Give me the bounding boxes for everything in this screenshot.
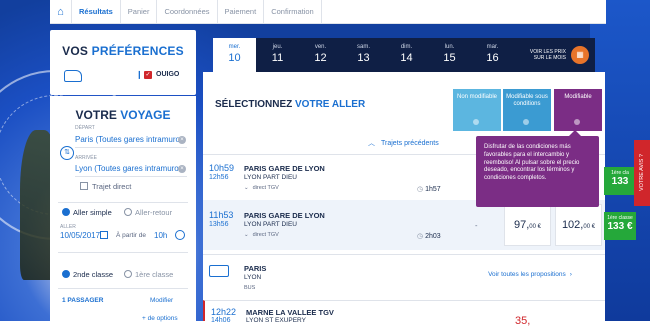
trip-arrival-time: 13h56	[209, 221, 229, 228]
trip-origin: PARIS GARE DE LYON	[244, 164, 325, 173]
voir-prix-mois[interactable]: VOIR LES PRIX SUR LE MOIS ▦	[514, 38, 595, 72]
voyage-title: VOTRE VOYAGE	[75, 108, 171, 122]
step-paiement[interactable]: Paiement	[218, 0, 265, 24]
trip-destination: LYON	[244, 274, 262, 281]
price-button[interactable]: 102,00 €	[555, 204, 602, 246]
arrivee-field[interactable]: Lyon (Toutes gares intramuros)	[75, 164, 179, 173]
depart-field[interactable]: Paris (Toutes gares intramuros)	[75, 135, 179, 144]
step-coordonnees[interactable]: Coordonnées	[157, 0, 218, 24]
trip-origin: PARIS	[244, 264, 267, 273]
arrow-icon: ❙	[136, 70, 143, 79]
arrivee-label: ARRIVÉE	[75, 155, 97, 161]
side-price-2[interactable]: 1ère classe 133 €	[604, 212, 636, 240]
voyage-panel: VOTRE VOYAGE DÉPART Paris (Toutes gares …	[50, 96, 196, 322]
trip-row[interactable]: 11h53 13h56 PARIS GARE DE LYON LYON PART…	[203, 200, 605, 250]
step-resultats[interactable]: Résultats	[72, 0, 121, 24]
train-icon	[64, 70, 82, 82]
aller-simple-label: Aller simple	[73, 208, 112, 217]
date-tab[interactable]: jeu. 11	[256, 38, 299, 72]
date-tab[interactable]: ven. 12	[299, 38, 342, 72]
a-partir-label: À partir de	[116, 232, 146, 239]
tag-modifiable-conditions[interactable]: Modifiable sous conditions	[503, 89, 551, 131]
trip-destination: LYON PART DIEU	[244, 221, 297, 228]
trip-duration: ◷ 2h03	[417, 233, 441, 240]
depart-label: DÉPART	[75, 125, 95, 131]
trip-type: ⌄ direct TGV	[244, 232, 279, 238]
date-tab[interactable]: lun. 15	[428, 38, 471, 72]
tag-modifiable[interactable]: Modifiable	[554, 89, 602, 131]
aller-label: ALLER	[60, 224, 76, 230]
divider	[75, 147, 187, 148]
trip-arrival-time: 12h56	[209, 174, 229, 181]
trip-row[interactable]: 12h22 14h06 MARNE LA VALLEE TGV LYON ST …	[203, 300, 605, 327]
voir-propositions-link[interactable]: Voir toutes les propositions ›	[460, 257, 600, 293]
results-title: SÉLECTIONNEZ VOTRE ALLER	[215, 99, 366, 110]
trip-origin: PARIS GARE DE LYON	[244, 211, 325, 220]
clock-icon[interactable]	[175, 230, 185, 240]
home-icon[interactable]: ⌂	[50, 0, 72, 24]
price-button[interactable]: 97,00 €	[504, 204, 551, 246]
price-button[interactable]: 35,	[515, 315, 530, 327]
trip-type: BUS	[244, 285, 256, 291]
divider	[58, 252, 188, 253]
classe1-radio[interactable]	[124, 270, 132, 278]
modifiable-tooltip: Disfrutar de las condiciones más favorab…	[476, 130, 599, 207]
date-bar: mer. 10 jeu. 11 ven. 12 sam. 13 dim. 14 lun. 1…	[213, 38, 595, 72]
passager-label: 1 PASSAGER	[62, 297, 104, 304]
classe1-label: 1ère classe	[135, 270, 174, 279]
trip-type: ⌄ direct TGV	[244, 185, 279, 191]
ouigo-checkbox[interactable]: ✓	[144, 71, 152, 79]
date-tab[interactable]: mar. 16	[471, 38, 514, 72]
modifier-link[interactable]: Modifier	[150, 297, 173, 304]
bus-icon	[209, 265, 229, 277]
direct-label: Trajet direct	[92, 182, 132, 191]
calendar-month-icon[interactable]: ▦	[571, 46, 589, 64]
heure-field[interactable]: 10h	[154, 231, 167, 240]
chevron-up-icon: ︿	[368, 140, 375, 147]
divider	[58, 288, 188, 289]
ouigo-label: OUIGO	[156, 71, 180, 78]
trip-departure-time: 12h22	[211, 307, 237, 317]
price-unavailable: -	[475, 221, 478, 230]
clear-arrivee-icon[interactable]: ×	[178, 165, 186, 173]
aller-date-field[interactable]: 10/05/2017	[60, 231, 100, 240]
trip-origin: MARNE LA VALLEE TGV	[246, 308, 334, 317]
preferences-title: VOS PRÉFÉRENCES	[62, 44, 184, 58]
divider	[58, 202, 188, 203]
calendar-icon[interactable]	[100, 231, 108, 239]
divider	[75, 176, 187, 177]
step-panier[interactable]: Panier	[121, 0, 158, 24]
date-tab[interactable]: sam. 13	[342, 38, 385, 72]
feedback-button[interactable]: VOTRE AVIS ?	[634, 140, 650, 206]
aller-simple-radio[interactable]	[62, 208, 70, 216]
tag-non-modifiable[interactable]: Non modifiable	[453, 89, 501, 131]
date-tab[interactable]: mer. 10	[213, 38, 256, 72]
classe2-radio[interactable]	[62, 270, 70, 278]
step-confirmation[interactable]: Confirmation	[264, 0, 322, 24]
classe2-label: 2nde classe	[73, 270, 114, 279]
swap-icon[interactable]: ⇅	[60, 146, 74, 160]
side-price-1[interactable]: 1ère cla 133	[604, 167, 636, 195]
date-tab[interactable]: dim. 14	[385, 38, 428, 72]
trip-departure-time: 11h53	[209, 210, 234, 220]
previous-trips-link[interactable]: ︿ Trajets précédents	[368, 138, 439, 148]
step-nav: ⌂ Résultats Panier Coordonnées Paiement …	[50, 0, 606, 24]
trip-departure-time: 10h59	[209, 163, 235, 173]
direct-checkbox[interactable]	[80, 182, 88, 190]
preferences-panel: VOS PRÉFÉRENCES ❙ ✓ OUIGO	[50, 30, 196, 95]
aller-retour-label: Aller-retour	[135, 208, 173, 217]
trip-duration: ◷ 1h57	[417, 186, 441, 193]
trip-destination: LYON PART DIEU	[244, 174, 297, 181]
aller-retour-radio[interactable]	[124, 208, 132, 216]
clear-depart-icon[interactable]: ×	[178, 136, 186, 144]
